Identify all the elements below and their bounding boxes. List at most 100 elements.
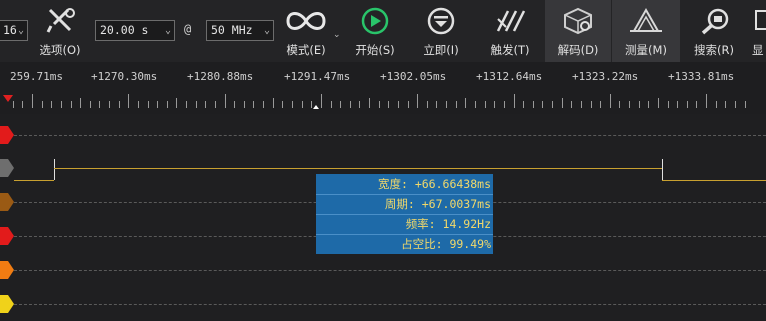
ruler-minor-tick: [167, 101, 168, 108]
display-label: 显: [752, 43, 764, 57]
ruler-major-tick: [610, 94, 611, 108]
ruler-minor-tick: [186, 101, 187, 108]
play-icon: [348, 7, 402, 35]
ruler-minor-tick: [263, 101, 264, 108]
ruler-minor-tick: [600, 101, 601, 108]
ruler-minor-tick: [562, 98, 563, 108]
sample-rate-select[interactable]: 50 MHz ⌄: [206, 20, 274, 41]
ruler-minor-tick: [648, 101, 649, 108]
falling-edge: [662, 159, 663, 180]
ruler-minor-tick: [205, 101, 206, 108]
ruler-minor-tick: [80, 98, 81, 108]
ruler-minor-tick: [571, 101, 572, 108]
channel-row[interactable]: [0, 253, 766, 287]
search-button[interactable]: 搜索(R): [688, 0, 740, 62]
options-button[interactable]: 选项(O): [34, 0, 86, 62]
trigger-icon: [484, 7, 536, 35]
ruler-minor-tick: [61, 101, 62, 108]
ruler-minor-tick: [234, 101, 235, 108]
mode-label: 模式(E): [286, 43, 326, 57]
ruler-minor-tick: [523, 101, 524, 108]
ruler-minor-tick: [725, 101, 726, 108]
ruler-minor-tick: [302, 101, 303, 108]
options-label: 选项(O): [39, 43, 81, 57]
signal-high: [54, 168, 663, 169]
measure-button[interactable]: 测量(M): [612, 0, 680, 62]
ruler-minor-tick: [494, 101, 495, 108]
ruler-minor-tick: [619, 101, 620, 108]
ruler-minor-tick: [552, 101, 553, 108]
ruler-minor-tick: [735, 101, 736, 108]
pulse-width-value: 宽度: +66.66438ms: [377, 177, 491, 191]
ruler-minor-tick: [388, 101, 389, 108]
channel-count-value: 16: [3, 23, 17, 37]
ruler-minor-tick: [456, 101, 457, 108]
ruler-minor-tick: [138, 101, 139, 108]
ruler-label: +1302.05ms: [380, 70, 447, 83]
ruler-minor-tick: [504, 101, 505, 108]
ruler-minor-tick: [331, 101, 332, 108]
ruler-minor-tick: [215, 101, 216, 108]
cursor-marker[interactable]: [313, 105, 319, 109]
chevron-down-icon: ⌄: [164, 25, 171, 36]
mode-button[interactable]: 模式(E): [280, 0, 332, 62]
decode-icon: [545, 7, 611, 35]
ruler-label: +1312.64ms: [476, 70, 543, 83]
measurement-tooltip: 宽度: +66.66438ms 周期: +67.0037ms 频率: 14.92…: [316, 174, 493, 254]
ruler-label: 259.71ms: [10, 70, 63, 83]
ruler-major-tick: [417, 94, 418, 108]
ruler-minor-tick: [485, 101, 486, 108]
duration-value: 20.00 s: [100, 23, 149, 37]
ruler-minor-tick: [639, 101, 640, 108]
immediate-label: 立即(I): [423, 43, 459, 57]
channel-baseline: [14, 270, 766, 271]
tools-icon: [34, 7, 86, 35]
trigger-button[interactable]: 触发(T): [484, 0, 536, 62]
time-ruler[interactable]: 259.71ms +1270.30ms +1280.88ms +1291.47m…: [0, 62, 766, 114]
ruler-major-tick: [225, 94, 226, 108]
channel-row[interactable]: [0, 118, 766, 152]
ruler-minor-tick: [350, 101, 351, 108]
ruler-minor-tick: [42, 101, 43, 108]
trigger-position-marker[interactable]: [3, 95, 13, 102]
search-icon: [688, 7, 740, 35]
ruler-major-tick: [128, 94, 129, 108]
channel-row[interactable]: [0, 287, 766, 321]
at-symbol: @: [184, 22, 192, 36]
display-button[interactable]: 显: [752, 0, 766, 62]
ruler-minor-tick: [71, 101, 72, 108]
sample-rate-value: 50 MHz: [211, 23, 253, 37]
signal-low-left: [14, 180, 54, 181]
ruler-minor-tick: [398, 101, 399, 108]
ruler-minor-tick: [465, 98, 466, 108]
channel-tab[interactable]: [0, 159, 8, 177]
ruler-minor-tick: [436, 101, 437, 108]
ruler-minor-tick: [687, 101, 688, 108]
duration-select[interactable]: 20.00 s ⌄: [95, 20, 175, 41]
channel-tab[interactable]: [0, 193, 8, 211]
toolbar: 16 ⌄ 选项(O) 20.00 s ⌄ @ 50 MHz ⌄ 模式(E) ⌄: [0, 0, 766, 62]
ruler-label: +1270.30ms: [91, 70, 158, 83]
rising-edge: [54, 159, 55, 180]
channel-tab[interactable]: [0, 227, 8, 245]
ruler-minor-tick: [658, 98, 659, 108]
ruler-minor-tick: [292, 101, 293, 108]
ruler-minor-tick: [542, 101, 543, 108]
start-button[interactable]: 开始(S): [348, 0, 402, 62]
measure-label: 测量(M): [625, 43, 667, 57]
decode-button[interactable]: 解码(D): [545, 0, 611, 62]
ruler-minor-tick: [359, 101, 360, 108]
channel-baseline: [14, 135, 766, 136]
ruler-minor-tick: [340, 101, 341, 108]
immediate-button[interactable]: 立即(I): [414, 0, 468, 62]
ruler-minor-tick: [253, 101, 254, 108]
immediate-capture-icon: [414, 7, 468, 35]
chevron-down-icon: ⌄: [17, 25, 24, 36]
channel-tab[interactable]: [0, 261, 8, 279]
channel-count-select[interactable]: 16 ⌄: [0, 20, 28, 41]
ruler-minor-tick: [22, 101, 23, 108]
ruler-minor-tick: [446, 101, 447, 108]
channel-tab[interactable]: [0, 295, 8, 313]
mode-dropdown-icon[interactable]: ⌄: [333, 30, 341, 40]
channel-tab[interactable]: [0, 126, 8, 144]
